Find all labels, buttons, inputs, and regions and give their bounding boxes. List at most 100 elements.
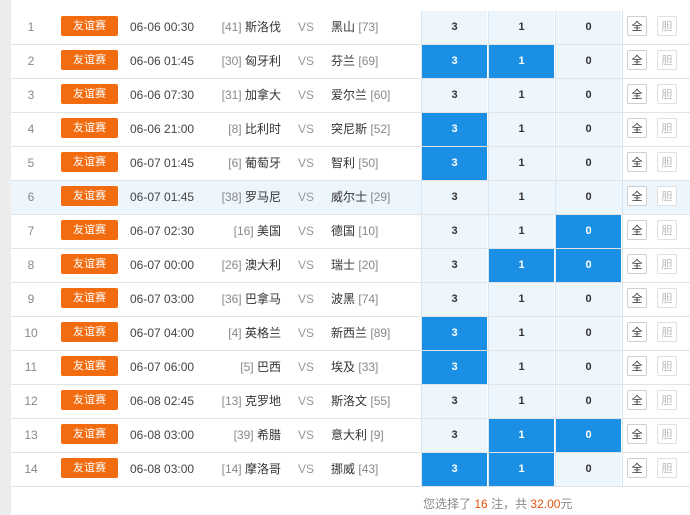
odds-draw-button[interactable]: 1 (488, 419, 554, 452)
odds-draw-button[interactable]: 1 (488, 453, 554, 486)
banker-button[interactable]: 胆 (657, 322, 677, 342)
banker-button[interactable]: 胆 (657, 254, 677, 274)
match-type-tag[interactable]: 友谊赛 (61, 50, 118, 70)
odds-lose-button[interactable]: 0 (555, 283, 621, 316)
match-type-tag[interactable]: 友谊赛 (61, 424, 118, 444)
odds-lose-button[interactable]: 0 (555, 317, 621, 350)
odds-lose-button[interactable]: 0 (555, 147, 621, 180)
match-row: 14 友谊赛 06-08 03:00 [14] 摩洛哥 VS 挪威 [43] 3 1 0 全胆 (11, 453, 690, 487)
match-time: 06-08 02:45 (130, 394, 195, 408)
odds-draw-button[interactable]: 1 (488, 113, 554, 146)
select-all-button[interactable]: 全 (627, 254, 647, 274)
banker-button[interactable]: 胆 (657, 390, 677, 410)
select-all-button[interactable]: 全 (627, 288, 647, 308)
away-team-name: 瑞士 (331, 258, 356, 272)
odds-win-button[interactable]: 3 (421, 45, 487, 78)
odds-win-button[interactable]: 3 (421, 147, 487, 180)
match-time: 06-07 03:00 (130, 292, 195, 306)
away-team-name: 波黑 (331, 292, 356, 306)
odds-win-button[interactable]: 3 (421, 453, 487, 486)
select-all-button[interactable]: 全 (627, 356, 647, 376)
match-time: 06-06 21:00 (130, 122, 195, 136)
odds-lose-button[interactable]: 0 (555, 351, 621, 384)
select-all-button[interactable]: 全 (627, 322, 647, 342)
banker-button[interactable]: 胆 (657, 356, 677, 376)
odds-lose-button[interactable]: 0 (555, 79, 621, 112)
odds-draw-button[interactable]: 1 (488, 385, 554, 418)
away-team: 威尔士 [29] (331, 181, 421, 214)
row-index: 6 (27, 190, 35, 204)
select-all-button[interactable]: 全 (627, 186, 647, 206)
select-all-button[interactable]: 全 (627, 84, 647, 104)
banker-button[interactable]: 胆 (657, 220, 677, 240)
odds-win-button[interactable]: 3 (421, 79, 487, 112)
odds-draw-button[interactable]: 1 (488, 249, 554, 282)
match-type-tag[interactable]: 友谊赛 (61, 16, 118, 36)
banker-button[interactable]: 胆 (657, 152, 677, 172)
odds-lose-button[interactable]: 0 (555, 113, 621, 146)
odds-draw-button[interactable]: 1 (488, 215, 554, 248)
select-all-button[interactable]: 全 (627, 458, 647, 478)
match-type-tag[interactable]: 友谊赛 (61, 288, 118, 308)
away-rank: [52] (370, 122, 391, 136)
select-all-button[interactable]: 全 (627, 16, 647, 36)
away-team-name: 挪威 (331, 462, 356, 476)
match-type-tag[interactable]: 友谊赛 (61, 322, 118, 342)
banker-button[interactable]: 胆 (657, 288, 677, 308)
odds-draw-button[interactable]: 1 (488, 45, 554, 78)
odds-lose-button[interactable]: 0 (555, 11, 621, 44)
match-type-tag[interactable]: 友谊赛 (61, 356, 118, 376)
select-all-button[interactable]: 全 (627, 152, 647, 172)
home-team: [30] 匈牙利 (211, 45, 281, 78)
odds-win-button[interactable]: 3 (421, 181, 487, 214)
odds-win-button[interactable]: 3 (421, 11, 487, 44)
banker-button[interactable]: 胆 (657, 16, 677, 36)
odds-win-button[interactable]: 3 (421, 351, 487, 384)
match-type-tag[interactable]: 友谊赛 (61, 390, 118, 410)
select-all-button[interactable]: 全 (627, 424, 647, 444)
select-all-button[interactable]: 全 (627, 220, 647, 240)
odds-lose-button[interactable]: 0 (555, 419, 621, 452)
odds-draw-button[interactable]: 1 (488, 11, 554, 44)
odds-draw-button[interactable]: 1 (488, 79, 554, 112)
odds-win-button[interactable]: 3 (421, 249, 487, 282)
match-time: 06-06 07:30 (130, 88, 195, 102)
banker-button[interactable]: 胆 (657, 50, 677, 70)
odds-lose-button[interactable]: 0 (555, 215, 621, 248)
odds-win-button[interactable]: 3 (421, 419, 487, 452)
odds-lose-button[interactable]: 0 (555, 45, 621, 78)
banker-button[interactable]: 胆 (657, 458, 677, 478)
match-row: 12 友谊赛 06-08 02:45 [13] 克罗地 VS 斯洛文 [55] 3 1 0 全胆 (11, 385, 690, 419)
match-type-tag[interactable]: 友谊赛 (61, 152, 118, 172)
odds-lose-button[interactable]: 0 (555, 249, 621, 282)
match-type-tag[interactable]: 友谊赛 (61, 254, 118, 274)
odds-win-button[interactable]: 3 (421, 215, 487, 248)
odds-win-button[interactable]: 3 (421, 113, 487, 146)
odds-lose-button[interactable]: 0 (555, 453, 621, 486)
match-time: 06-07 06:00 (130, 360, 195, 374)
banker-button[interactable]: 胆 (657, 424, 677, 444)
banker-button[interactable]: 胆 (657, 118, 677, 138)
odds-lose-button[interactable]: 0 (555, 181, 621, 214)
match-type-tag[interactable]: 友谊赛 (61, 84, 118, 104)
odds-draw-button[interactable]: 1 (488, 317, 554, 350)
match-row: 10 友谊赛 06-07 04:00 [4] 英格兰 VS 新西兰 [89] 3 1 0 全胆 (11, 317, 690, 351)
banker-button[interactable]: 胆 (657, 84, 677, 104)
odds-win-button[interactable]: 3 (421, 385, 487, 418)
odds-lose-button[interactable]: 0 (555, 385, 621, 418)
odds-draw-button[interactable]: 1 (488, 147, 554, 180)
match-type-tag[interactable]: 友谊赛 (61, 186, 118, 206)
banker-button[interactable]: 胆 (657, 186, 677, 206)
match-type-tag[interactable]: 友谊赛 (61, 118, 118, 138)
select-all-button[interactable]: 全 (627, 390, 647, 410)
match-type-tag[interactable]: 友谊赛 (61, 220, 118, 240)
odds-win-button[interactable]: 3 (421, 317, 487, 350)
odds-draw-button[interactable]: 1 (488, 283, 554, 316)
odds-draw-button[interactable]: 1 (488, 351, 554, 384)
match-type-tag[interactable]: 友谊赛 (61, 458, 118, 478)
odds-draw-button[interactable]: 1 (488, 181, 554, 214)
odds-win-button[interactable]: 3 (421, 283, 487, 316)
select-all-button[interactable]: 全 (627, 118, 647, 138)
away-rank: [29] (370, 190, 391, 204)
select-all-button[interactable]: 全 (627, 50, 647, 70)
